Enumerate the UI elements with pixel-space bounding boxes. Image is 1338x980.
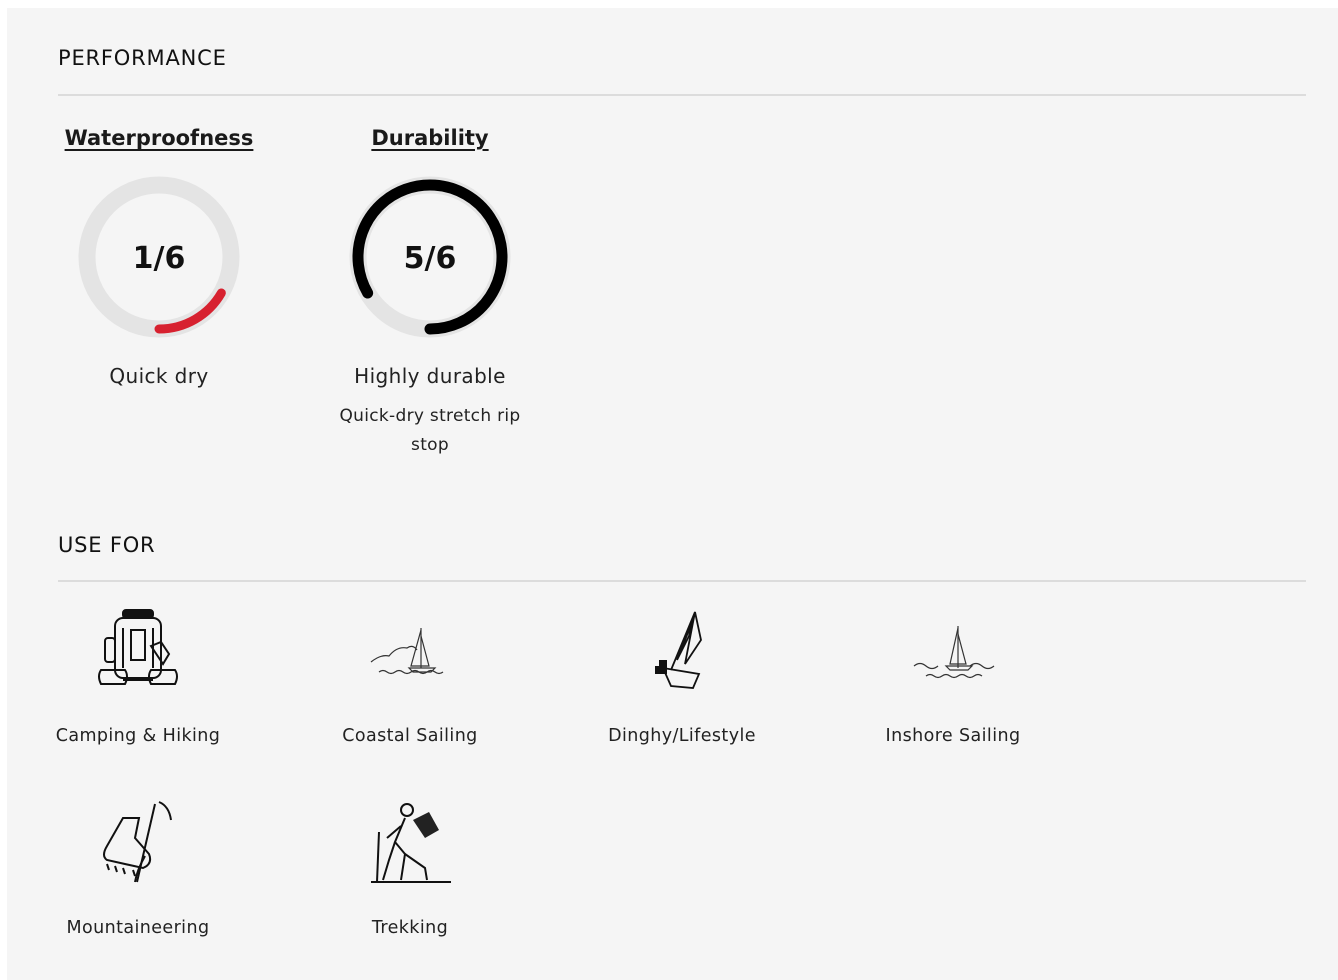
use-item-mountaineering: Mountaineering [33, 798, 243, 942]
use-item-label: Trekking [371, 918, 449, 938]
trekker-icon [371, 803, 451, 883]
waterproofness-rating: Waterproofness 1/6 Quick dry [59, 126, 259, 388]
use-item-trekking: Trekking [305, 798, 515, 942]
use-item-coastal-sailing: Coastal Sailing [305, 606, 515, 750]
dinghy-icon [655, 611, 702, 689]
coastal-sailboat-icon [370, 628, 444, 675]
waterproofness-gauge: 1/6 [78, 176, 240, 338]
use-item-label: Dinghy/Lifestyle [608, 726, 756, 746]
durability-rating: Durability 5/6 Highly durable Quick-dry … [320, 126, 540, 460]
use-item-camping-hiking: Camping & Hiking [33, 606, 243, 750]
waterproofness-link[interactable]: Waterproofness [59, 126, 259, 150]
use-item-label: Camping & Hiking [55, 726, 221, 746]
use-item-inshore-sailing: Inshore Sailing [848, 606, 1058, 750]
use-for-divider [58, 580, 1306, 582]
durability-link[interactable]: Durability [320, 126, 540, 150]
use-item-label: Inshore Sailing [885, 726, 1021, 746]
waterproofness-score: 1/6 [133, 241, 186, 276]
performance-heading: PERFORMANCE [58, 46, 227, 70]
use-item-label: Mountaineering [66, 918, 210, 938]
use-item-label: Coastal Sailing [342, 726, 478, 746]
performance-divider [58, 94, 1306, 96]
durability-description: Highly durable [354, 364, 506, 388]
boot-ice-axe-icon [103, 801, 172, 883]
product-details-panel: PERFORMANCE Waterproofness 1/6 Quick dry… [7, 8, 1338, 980]
durability-score: 5/6 [404, 241, 457, 276]
inshore-sailboat-icon [913, 626, 995, 679]
durability-gauge: 5/6 [349, 176, 511, 338]
durability-material: Quick-dry stretch rip stop [339, 406, 521, 455]
waterproofness-description: Quick dry [109, 364, 209, 388]
use-for-heading: USE FOR [58, 533, 156, 557]
use-item-dinghy-lifestyle: Dinghy/Lifestyle [577, 606, 787, 750]
backpack-icon [98, 609, 178, 685]
